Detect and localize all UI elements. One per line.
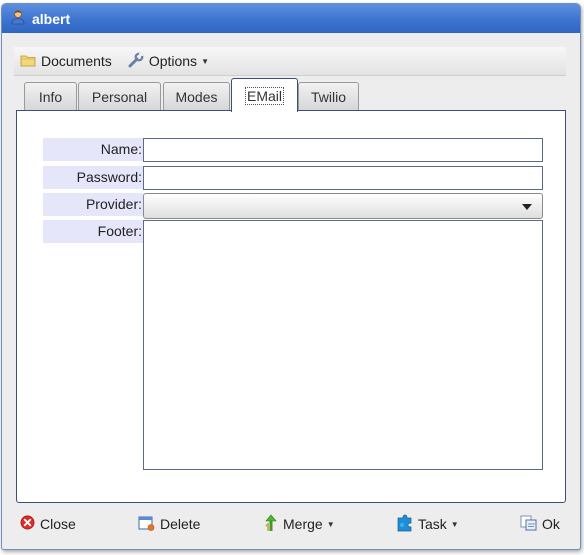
window-title: albert xyxy=(32,10,71,27)
password-field[interactable] xyxy=(143,166,543,190)
title-bar[interactable]: albert xyxy=(2,4,580,33)
wrench-icon xyxy=(128,52,144,71)
chevron-down-icon: ▼ xyxy=(450,519,459,529)
task-button[interactable]: Task ▼ xyxy=(396,514,459,535)
dropdown-arrow-icon xyxy=(522,204,532,210)
provider-row: Provider: xyxy=(43,193,543,219)
close-label: Close xyxy=(40,516,76,532)
ok-copy-icon xyxy=(520,515,537,534)
provider-select[interactable] xyxy=(143,193,543,219)
chevron-down-icon: ▼ xyxy=(201,56,209,66)
close-circle-icon xyxy=(20,515,35,533)
user-icon xyxy=(10,9,26,28)
footer-label: Footer: xyxy=(43,220,143,243)
delete-button[interactable]: Delete xyxy=(138,515,200,534)
puzzle-icon xyxy=(396,514,413,535)
bottom-bar: Close Delete Merge ▼ Task ▼ Ok xyxy=(14,509,566,539)
delete-label: Delete xyxy=(160,516,201,532)
ok-button[interactable]: Ok xyxy=(520,515,560,534)
email-panel: Name: Password: Provider: Footer: xyxy=(16,110,566,503)
options-button[interactable]: Options ▼ xyxy=(128,52,209,71)
name-row: Name: xyxy=(43,138,543,162)
options-label: Options xyxy=(148,53,198,69)
tab-info-label: Info xyxy=(38,89,63,105)
close-button[interactable]: Close xyxy=(20,515,76,533)
ok-label: Ok xyxy=(542,516,560,532)
merge-button[interactable]: Merge ▼ xyxy=(264,514,335,535)
tab-personal-label: Personal xyxy=(91,89,148,105)
tab-modes[interactable]: Modes xyxy=(163,82,230,111)
tab-personal[interactable]: Personal xyxy=(78,82,161,111)
merge-arrows-icon xyxy=(264,514,278,535)
tab-email-label: EMail xyxy=(244,86,284,105)
window: albert Documents Options ▼ Info Personal… xyxy=(1,3,581,550)
password-row: Password: xyxy=(43,166,543,190)
tab-twilio-label: Twilio xyxy=(310,89,346,105)
tab-twilio[interactable]: Twilio xyxy=(298,82,359,111)
footer-row: Footer: xyxy=(43,220,543,470)
task-label: Task xyxy=(418,516,447,532)
provider-label: Provider: xyxy=(43,193,143,216)
delete-window-icon xyxy=(138,515,155,534)
footer-textarea[interactable] xyxy=(143,220,543,470)
toolbar: Documents Options ▼ xyxy=(14,47,566,76)
tab-info[interactable]: Info xyxy=(24,82,77,111)
chevron-down-icon: ▼ xyxy=(326,519,335,529)
password-label: Password: xyxy=(43,166,143,189)
merge-label: Merge xyxy=(283,516,323,532)
tab-email[interactable]: EMail xyxy=(231,78,298,112)
documents-label: Documents xyxy=(41,53,112,69)
tab-modes-label: Modes xyxy=(175,89,218,105)
name-field[interactable] xyxy=(143,138,543,162)
documents-button[interactable]: Documents xyxy=(20,53,112,70)
name-label: Name: xyxy=(43,138,143,161)
folder-icon xyxy=(20,53,36,70)
